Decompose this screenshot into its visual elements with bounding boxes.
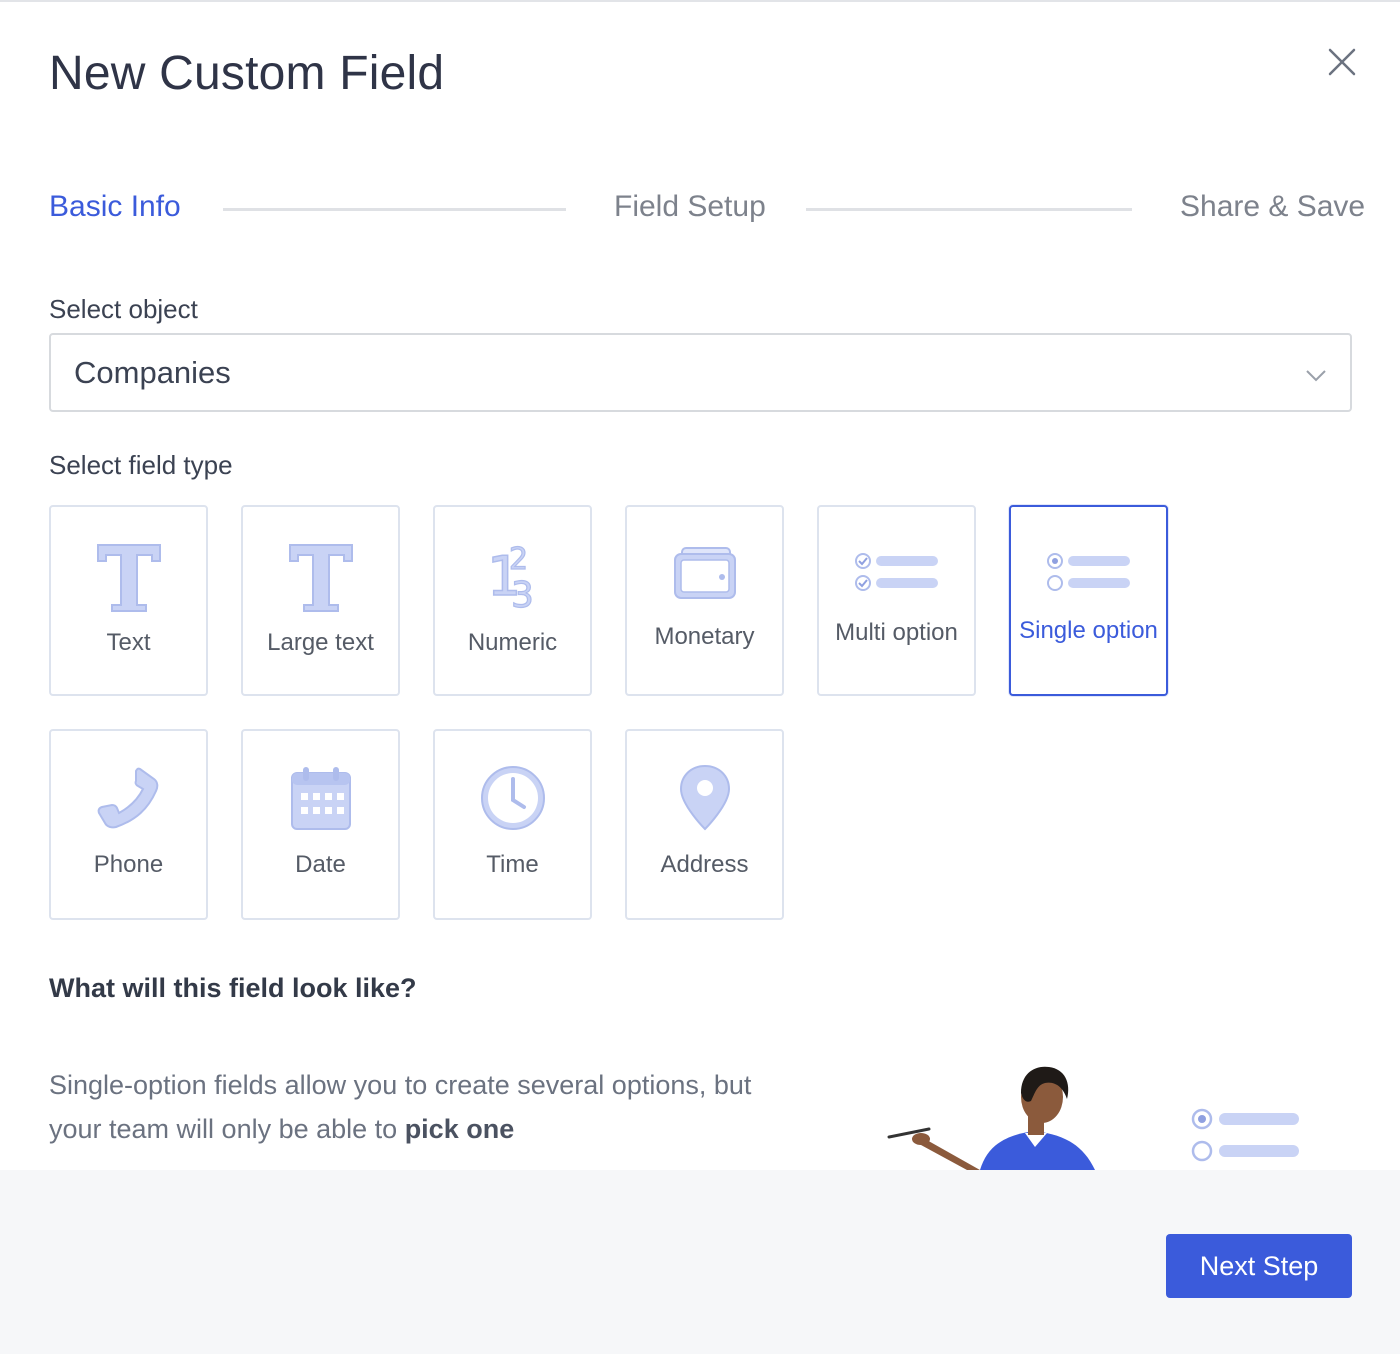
object-select[interactable]: Companies	[49, 333, 1352, 412]
phone-icon	[97, 767, 158, 829]
field-type-label: Multi option	[835, 619, 958, 646]
field-type-large-text[interactable]: Large text	[241, 505, 400, 696]
numeric-icon: 1 2 3	[486, 541, 534, 611]
field-type-monetary[interactable]: Monetary	[625, 505, 784, 696]
field-type-date[interactable]: Date	[241, 729, 400, 920]
chevron-down-icon	[1306, 370, 1326, 382]
select-field-type-label: Select field type	[49, 450, 233, 480]
field-type-label: Text	[106, 629, 151, 656]
field-type-label: Phone	[93, 851, 164, 878]
step-field-setup[interactable]: Field Setup	[614, 190, 766, 224]
text-icon	[96, 544, 161, 612]
clock-icon	[480, 766, 545, 830]
next-step-button[interactable]: Next Step	[1166, 1234, 1352, 1298]
modal-title: New Custom Field	[49, 47, 445, 100]
person-illustration	[887, 1066, 1095, 1170]
close-button[interactable]	[1322, 42, 1362, 82]
field-type-text[interactable]: Text	[49, 505, 208, 696]
field-type-single-option[interactable]: Single option	[1009, 505, 1168, 696]
svg-text:2: 2	[509, 542, 528, 577]
select-object-label: Select object	[49, 294, 198, 324]
field-type-phone[interactable]: Phone	[49, 729, 208, 920]
preview-heading: What will this field look like?	[49, 973, 417, 1003]
preview-description: Single-option fields allow you to create…	[49, 1063, 809, 1151]
step-connector	[223, 208, 566, 211]
step-share-save[interactable]: Share & Save	[1180, 190, 1365, 224]
single-option-preview-icon	[1191, 1108, 1299, 1162]
field-type-label: Large text	[267, 629, 374, 656]
calendar-icon	[290, 767, 351, 830]
field-type-label: Single option	[1019, 617, 1158, 644]
single-option-icon	[1046, 553, 1130, 591]
field-type-label: Time	[486, 851, 539, 878]
step-basic-info[interactable]: Basic Info	[49, 190, 181, 224]
field-type-multi-option[interactable]: Multi option	[817, 505, 976, 696]
custom-field-modal: New Custom Field Basic Info Field Setup …	[0, 0, 1400, 1354]
field-type-label: Address	[660, 851, 749, 878]
multi-option-icon	[854, 553, 938, 591]
object-select-value: Companies	[74, 355, 231, 390]
field-type-time[interactable]: Time	[433, 729, 592, 920]
field-type-label: Monetary	[654, 623, 755, 650]
field-type-label: Numeric	[467, 629, 558, 656]
large-text-icon	[288, 544, 353, 612]
step-connector	[806, 208, 1132, 211]
field-type-address[interactable]: Address	[625, 729, 784, 920]
map-pin-icon	[679, 764, 730, 831]
svg-text:3: 3	[511, 575, 534, 611]
preview-description-text: Single-option fields allow you to create…	[49, 1070, 752, 1144]
close-icon	[1328, 48, 1356, 76]
wallet-icon	[673, 547, 736, 599]
field-type-label: Date	[295, 851, 346, 878]
preview-description-emphasis: pick one	[404, 1114, 515, 1144]
field-type-numeric[interactable]: 1 2 3 Numeric	[433, 505, 592, 696]
